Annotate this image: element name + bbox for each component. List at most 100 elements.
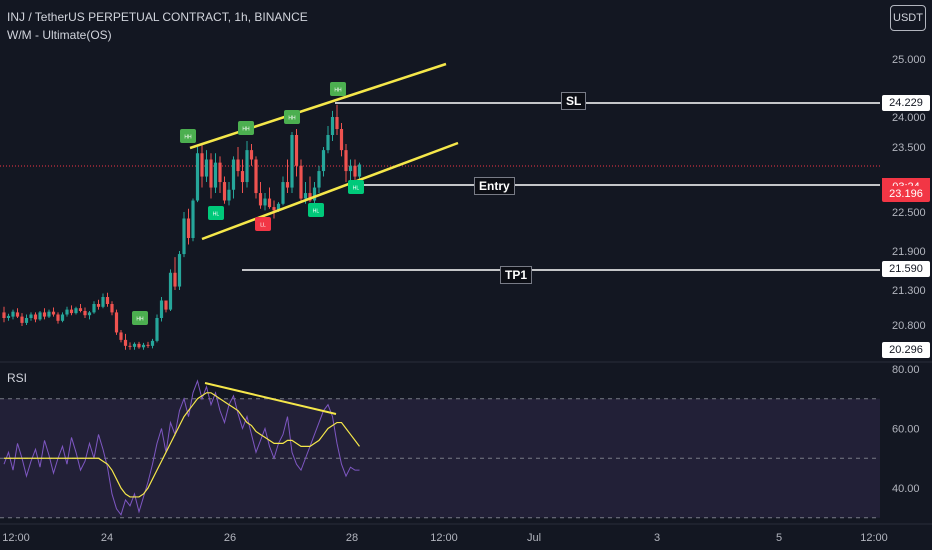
pattern-label-text: HL [313,209,320,215]
candle-body [96,304,101,307]
candle-body [141,344,146,348]
candle-body [285,182,290,188]
candle-body [294,135,299,166]
candle-body [191,200,195,238]
candle-body [24,318,29,323]
candle-body [42,312,47,317]
candle-body [245,150,249,183]
tp1-tag: TP1 [500,266,533,284]
rsi-axis-tick: 60.00 [892,424,920,436]
time-axis-tick: 26 [224,532,236,544]
candle-body [87,312,92,316]
candle-body [38,312,42,320]
candle-body [204,159,209,177]
time-axis-tick: 28 [346,532,358,544]
pattern-label-text: LL [260,223,266,229]
candle-body [92,304,96,313]
candle-body [11,311,15,317]
candle-body [6,315,11,318]
time-axis-tick: 12:00 [430,532,458,544]
candle-body [249,150,254,160]
entry-tag: Entry [474,177,515,195]
candle-body [357,164,362,177]
candle-body [227,189,231,201]
candle-body [173,272,177,287]
time-axis-tick: 12:00 [2,532,30,544]
candle-body [254,159,258,194]
low-price-label: 20.296 [882,342,930,358]
candle-body [114,312,119,333]
candle-body [182,218,186,255]
candle-body [101,297,105,307]
time-axis-tick: 3 [654,532,660,544]
candle-body [272,207,276,211]
candle-body [281,182,285,204]
sl-tag: SL [561,92,587,110]
tp1-price-label: 21.590 [882,261,930,277]
pattern-label: HH [132,311,148,325]
candle-body [47,311,51,317]
candle-body [146,344,150,346]
price-axis-tick: 21.900 [892,246,926,258]
price-axis-tick: 23.500 [892,142,926,154]
symbol-title[interactable]: INJ / TetherUS PERPETUAL CONTRACT, 1h, B… [7,10,308,24]
pattern-label-text: HH [136,317,144,323]
candle-body [150,340,155,346]
candle-body [209,159,213,188]
price-axis-tick: 22.500 [892,207,926,219]
candle-body [195,153,200,201]
pattern-label-text: HH [184,135,192,141]
candle-body [15,312,20,317]
price-axis-tick: 20.800 [892,320,926,332]
time-axis-tick: 12:00 [860,532,888,544]
candle-body [263,198,267,206]
candle-body [231,159,236,190]
candle-body [303,193,308,199]
rsi-title[interactable]: RSI [7,371,27,385]
candle-body [335,117,339,129]
price-axis-tick: 21.300 [892,285,926,297]
candle-body [51,311,56,315]
candle-body [29,314,33,318]
pattern-label: HL [308,203,324,217]
candle-body [137,343,141,348]
pattern-label: HL [208,206,224,220]
candle-body [132,343,137,347]
candle-body [213,162,218,188]
candle-body [330,117,335,135]
time-axis-tick: 24 [101,532,113,544]
candle-body [258,193,263,206]
candle-body [267,198,272,208]
candle-body [348,165,353,172]
candle-body [186,218,191,238]
rsi-axis-tick: 80.00 [892,364,920,376]
candle-body [222,182,227,201]
pattern-label: HH [284,110,300,124]
candle-body [236,159,240,172]
price-axis-tick: 25.000 [892,54,926,66]
candle-body [83,311,87,316]
candle-body [290,135,294,188]
currency-button[interactable]: USDT [890,5,926,31]
candle-body [119,332,123,340]
candle-body [56,314,60,321]
last-price-label: 23.196 [882,186,930,202]
candle-body [326,135,330,151]
pattern-label: HH [330,82,346,96]
candle-body [78,308,83,311]
pattern-label-text: HH [288,116,296,122]
candle-body [20,316,24,323]
candle-body [74,308,78,314]
chart-canvas[interactable]: HH HH HH HH HH HL LL HL HL 25.000 24.000 23.500 22.5… [0,0,932,550]
candle-body [123,339,128,346]
candle-body [159,300,164,318]
candle-body [128,345,132,347]
candle-body [218,162,222,183]
pattern-label-text: HL [353,186,360,192]
candle-body [155,318,159,341]
candle-body [321,150,326,172]
indicator-title[interactable]: W/M - Ultimate(OS) [7,28,112,42]
candle-body [312,187,317,201]
rsi-axis-tick: 40.00 [892,483,920,495]
pattern-label: HH [238,121,254,135]
